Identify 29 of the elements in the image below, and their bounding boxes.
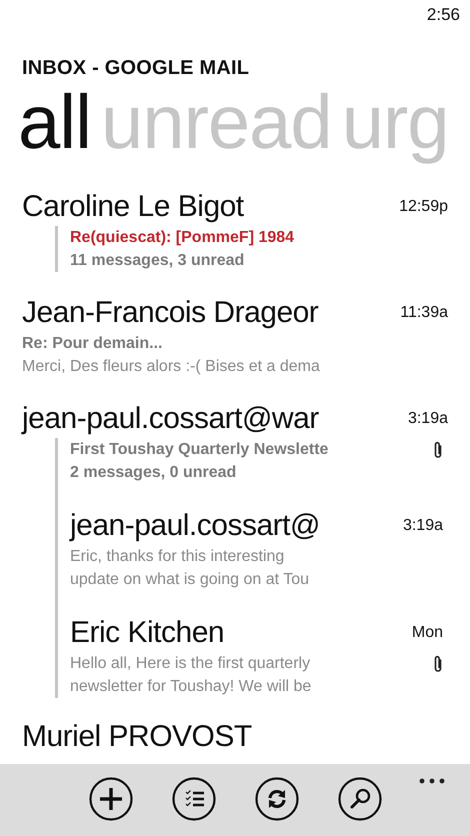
add-icon[interactable]: [88, 777, 132, 821]
status-time: 2:56: [426, 5, 460, 26]
message-preview: update on what is going on at Tou: [70, 570, 310, 590]
search-icon[interactable]: [338, 777, 382, 821]
message-time: Mon: [412, 624, 443, 642]
sender-name[interactable]: Muriel PROVOST: [22, 720, 378, 754]
message-time: 3:19a: [402, 517, 443, 535]
sender-name[interactable]: Caroline Le Bigot: [22, 188, 378, 226]
message-preview: Merci, Des fleurs alors :-( Bises et a dema: [22, 357, 321, 377]
pivot-tab[interactable]: all: [18, 84, 92, 162]
more-icon[interactable]: [419, 778, 445, 784]
message-subject: Re: Pour demain...: [22, 334, 164, 354]
inbox-title: INBOX - GOOGLE MAIL: [22, 57, 250, 80]
message-subject: First Toushay Quarterly Newslette: [70, 440, 330, 460]
message-time: 12:59p: [399, 198, 448, 216]
message-time: 11:39a: [400, 304, 448, 322]
sync-icon[interactable]: [254, 777, 298, 821]
checklist-icon[interactable]: [172, 777, 216, 821]
message-preview: Hello all, Here is the first quarterly: [70, 654, 312, 674]
sender-name[interactable]: Jean-Francois Drageor: [22, 294, 378, 332]
message-time: 3:19a: [408, 410, 448, 428]
message-preview: Eric, thanks for this interesting: [70, 547, 286, 567]
thread-summary: 11 messages, 3 unread: [70, 251, 246, 271]
sender-name[interactable]: jean-paul.cossart@war: [22, 400, 378, 438]
message-subject: Re(quiescat): [PommeF] 1984: [70, 228, 296, 248]
thread-summary: 2 messages, 0 unread: [70, 463, 238, 483]
sender-name[interactable]: Eric Kitchen: [70, 614, 373, 652]
sender-name[interactable]: jean-paul.cossart@: [70, 507, 373, 545]
message-preview: newsletter for Toushay! We will be: [70, 677, 312, 697]
